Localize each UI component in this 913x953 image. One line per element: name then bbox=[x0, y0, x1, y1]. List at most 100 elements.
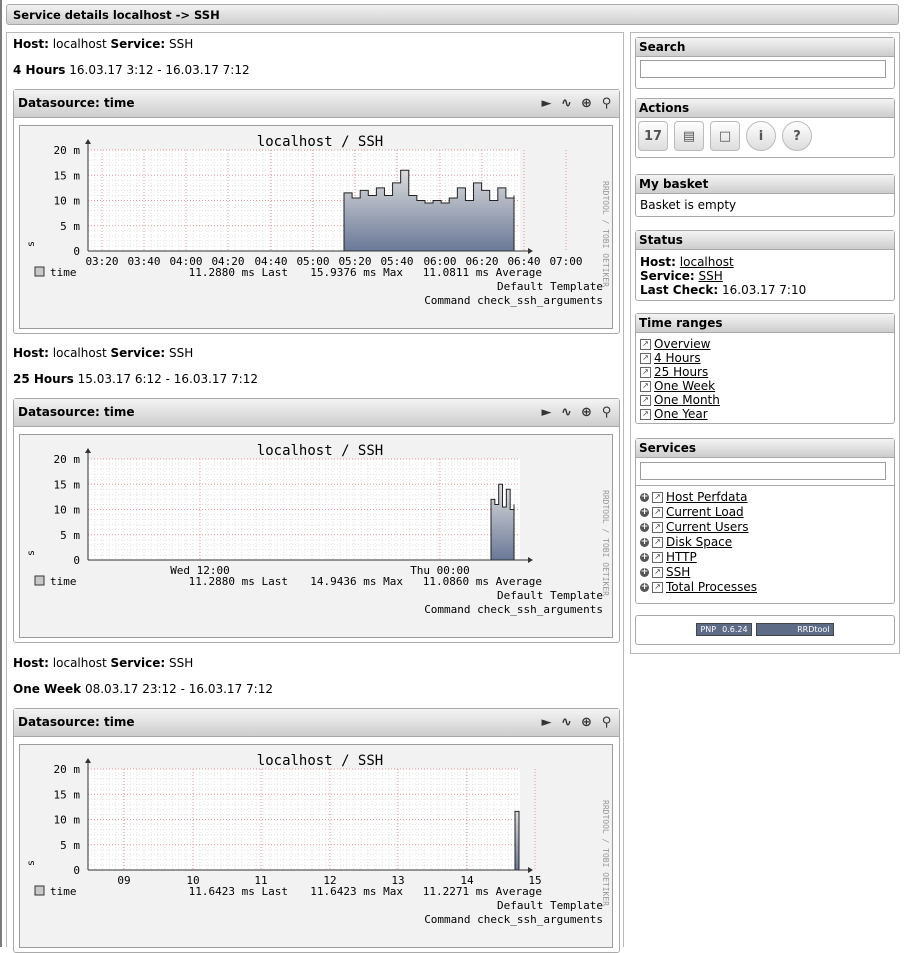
status-host-label: Host: bbox=[640, 255, 676, 269]
expand-icon[interactable]: + bbox=[640, 553, 649, 562]
service-link[interactable]: HTTP bbox=[666, 550, 697, 565]
stat-average: 11.2271 ms Average bbox=[423, 885, 542, 898]
timeranges-box: Time ranges ↗ Overview ↗ 4 Hours ↗ 25 Hours ↗ O… bbox=[635, 313, 895, 424]
service-item[interactable]: + ↗ Total Processes bbox=[640, 580, 890, 595]
wave-icon[interactable]: ∿ bbox=[558, 404, 575, 421]
timerange-item[interactable]: ↗ 4 Hours bbox=[640, 351, 890, 365]
pnp-badge-version: 0.6.24 bbox=[722, 625, 748, 634]
megaphone-icon[interactable]: ► bbox=[538, 95, 555, 112]
zoom-icon[interactable]: ⚲ bbox=[598, 95, 615, 112]
service-item[interactable]: + ↗ HTTP bbox=[640, 550, 890, 565]
timerange-link[interactable]: One Year bbox=[654, 407, 708, 421]
search-title: Search bbox=[636, 38, 894, 57]
chart-svg: localhost / SSH s RRDTOOL / TOBI OETIKER… bbox=[26, 443, 610, 616]
zoom-icon[interactable]: ⚲ bbox=[598, 404, 615, 421]
external-link-icon: ↗ bbox=[652, 492, 663, 503]
panel-header: Datasource: time ► ∿ ⊕ ⚲ bbox=[14, 399, 619, 427]
basket-title: My basket bbox=[636, 175, 894, 194]
service-link[interactable]: Current Load bbox=[666, 505, 744, 520]
megaphone-icon[interactable]: ► bbox=[538, 404, 555, 421]
legend-name: time bbox=[50, 885, 77, 898]
expand-icon[interactable]: + bbox=[640, 568, 649, 577]
main-content: Host: localhost Service: SSH 4 Hours 16.… bbox=[6, 32, 624, 953]
pnp-badge[interactable]: PNP 0.6.24 bbox=[696, 623, 752, 636]
search-input[interactable] bbox=[640, 60, 886, 78]
timerange-link[interactable]: One Week bbox=[654, 379, 715, 393]
service-link[interactable]: SSH bbox=[666, 565, 690, 580]
timerange-link[interactable]: 4 Hours bbox=[654, 351, 701, 365]
timerange-item[interactable]: ↗ One Month bbox=[640, 393, 890, 407]
service-link[interactable]: Total Processes bbox=[666, 580, 757, 595]
graph-panel: Datasource: time ► ∿ ⊕ ⚲ localhost / SSH… bbox=[13, 398, 620, 643]
basket-text: Basket is empty bbox=[640, 198, 737, 212]
add-icon[interactable]: ⊕ bbox=[578, 95, 595, 112]
legend-swatch bbox=[34, 885, 45, 896]
search-box: Search bbox=[635, 37, 895, 89]
rrdtool-badge[interactable]: RRDtool bbox=[755, 623, 834, 636]
stat-last: 11.6423 ms Last bbox=[189, 885, 288, 898]
info-icon[interactable]: i bbox=[746, 121, 776, 151]
add-icon[interactable]: ⊕ bbox=[578, 404, 595, 421]
external-link-icon: ↗ bbox=[652, 537, 663, 548]
y-tick-label: 15 m bbox=[54, 478, 81, 491]
timerange-link[interactable]: Overview bbox=[654, 337, 711, 351]
chart-title: localhost / SSH bbox=[257, 134, 383, 150]
graph-image[interactable]: localhost / SSH s RRDTOOL / TOBI OETIKER… bbox=[19, 125, 613, 329]
calendar-icon[interactable]: 17 bbox=[638, 121, 668, 151]
add-icon[interactable]: ⊕ bbox=[578, 714, 595, 731]
zoom-icon[interactable]: ⚲ bbox=[598, 714, 615, 731]
x-tick-label: 07:00 bbox=[549, 255, 582, 268]
xml-icon[interactable]: □ bbox=[710, 121, 740, 151]
page-title-bar: Service details localhost -> SSH bbox=[6, 4, 899, 25]
services-filter-input[interactable] bbox=[640, 462, 886, 480]
chart-title: localhost / SSH bbox=[257, 443, 383, 459]
timerange-item[interactable]: ↗ 25 Hours bbox=[640, 365, 890, 379]
wave-icon[interactable]: ∿ bbox=[558, 95, 575, 112]
graph-image[interactable]: localhost / SSH s RRDTOOL / TOBI OETIKER… bbox=[19, 744, 613, 948]
megaphone-icon[interactable]: ► bbox=[538, 714, 555, 731]
timerange-link[interactable]: One Month bbox=[654, 393, 720, 407]
timerange-item[interactable]: ↗ One Year bbox=[640, 407, 890, 421]
pdf-icon[interactable]: ▤ bbox=[674, 121, 704, 151]
stat-max: 14.9436 ms Max bbox=[310, 575, 403, 588]
x-axis-arrow bbox=[528, 867, 533, 873]
expand-icon[interactable]: + bbox=[640, 523, 649, 532]
range-line: 25 Hours 15.03.17 6:12 - 16.03.17 7:12 bbox=[13, 372, 258, 386]
status-host-link[interactable]: localhost bbox=[680, 255, 734, 269]
range-line: One Week 08.03.17 23:12 - 16.03.17 7:12 bbox=[13, 682, 273, 696]
service-item[interactable]: + ↗ SSH bbox=[640, 565, 890, 580]
stat-max: 15.9376 ms Max bbox=[310, 266, 403, 279]
sidebar: Search Actions 17 ▤ □ i ? My basket Bask… bbox=[630, 32, 900, 654]
status-service-link[interactable]: SSH bbox=[699, 269, 723, 283]
service-item[interactable]: + ↗ Disk Space bbox=[640, 535, 890, 550]
service-link[interactable]: Host Perfdata bbox=[666, 490, 748, 505]
timerange-link[interactable]: 25 Hours bbox=[654, 365, 708, 379]
service-link[interactable]: Current Users bbox=[666, 520, 749, 535]
x-tick-label: 09 bbox=[117, 874, 130, 887]
service-item[interactable]: + ↗ Current Users bbox=[640, 520, 890, 535]
timerange-item[interactable]: ↗ One Week bbox=[640, 379, 890, 393]
expand-icon[interactable]: + bbox=[640, 493, 649, 502]
wave-icon[interactable]: ∿ bbox=[558, 714, 575, 731]
service-item[interactable]: + ↗ Host Perfdata bbox=[640, 490, 890, 505]
timerange-item[interactable]: ↗ Overview bbox=[640, 337, 890, 351]
graph-image[interactable]: localhost / SSH s RRDTOOL / TOBI OETIKER… bbox=[19, 434, 613, 638]
y-tick-label: 10 m bbox=[54, 195, 81, 208]
y-tick-label: 0 bbox=[73, 554, 80, 567]
expand-icon[interactable]: + bbox=[640, 538, 649, 547]
external-link-icon: ↗ bbox=[640, 338, 651, 350]
service-item[interactable]: + ↗ Current Load bbox=[640, 505, 890, 520]
panel-header: Datasource: time ► ∿ ⊕ ⚲ bbox=[14, 90, 619, 118]
badges-box: PNP 0.6.24 RRDtool bbox=[635, 615, 895, 645]
external-link-icon: ↗ bbox=[640, 352, 651, 364]
command-label: Command check_ssh_arguments bbox=[424, 913, 603, 926]
y-axis-arrow bbox=[85, 448, 91, 453]
service-link[interactable]: Disk Space bbox=[666, 535, 732, 550]
expand-icon[interactable]: + bbox=[640, 508, 649, 517]
range-dates: 15.03.17 6:12 - 16.03.17 7:12 bbox=[77, 372, 258, 386]
expand-icon[interactable]: + bbox=[640, 583, 649, 592]
series-area bbox=[514, 810, 520, 871]
command-label: Command check_ssh_arguments bbox=[424, 294, 603, 307]
help-icon[interactable]: ? bbox=[782, 121, 812, 151]
services-box: Services + ↗ Host Perfdata + ↗ Current Load + ↗… bbox=[635, 438, 895, 604]
